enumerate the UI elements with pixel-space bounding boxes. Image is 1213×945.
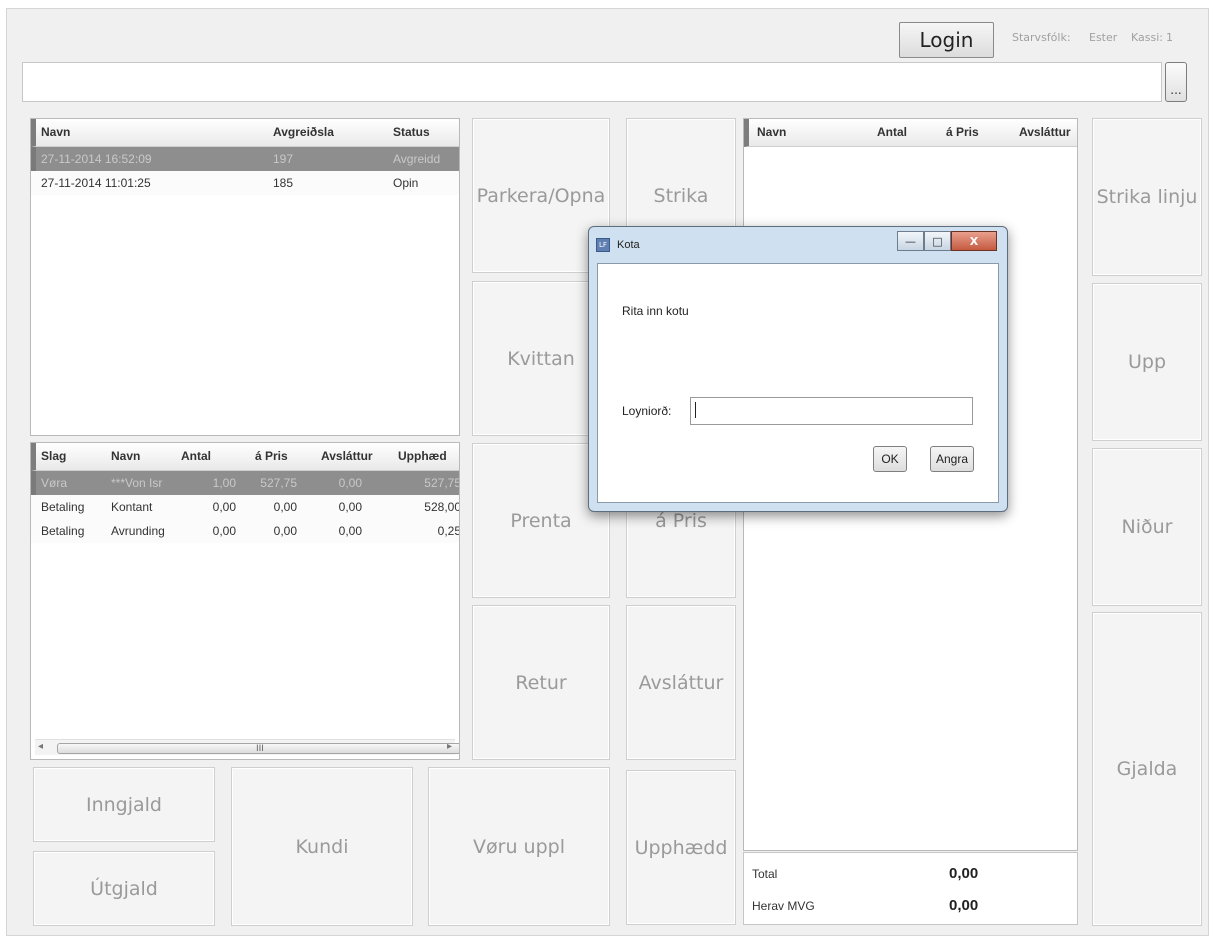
till-label: Kassi: xyxy=(1131,31,1163,44)
income-button[interactable]: Inngjald xyxy=(33,767,215,842)
up-button[interactable]: Upp xyxy=(1092,283,1202,441)
column-header[interactable]: Avgreiðsla xyxy=(273,125,334,139)
row-qty: 1,00 xyxy=(212,476,236,490)
column-header[interactable]: Navn xyxy=(111,449,140,463)
row-discount: 0,00 xyxy=(338,500,362,514)
table-row[interactable]: 27-11-2014 11:01:25 185 Opin xyxy=(31,171,459,195)
password-label: Loyniorð: xyxy=(622,404,672,418)
window-controls: — □ X xyxy=(897,231,997,251)
table-header: Navn Avgreiðsla Status xyxy=(31,119,459,147)
expense-button[interactable]: Útgjald xyxy=(33,851,215,926)
row-qty: 0,00 xyxy=(212,500,236,514)
column-header[interactable]: Antal xyxy=(181,449,211,463)
horizontal-scrollbar[interactable]: ◂ III ▸ xyxy=(35,739,459,755)
return-button[interactable]: Retur xyxy=(472,605,610,760)
staff-label: Starvsfólk: xyxy=(1012,31,1071,44)
close-icon[interactable]: X xyxy=(951,231,997,251)
row-status: Opin xyxy=(393,176,419,190)
dialog-body: Rita inn kotu Loyniorð: OK Angra xyxy=(597,263,999,503)
row-name: Avrunding xyxy=(111,524,165,538)
item-info-button[interactable]: Vøru uppl xyxy=(428,767,610,926)
more-button[interactable]: ... xyxy=(1165,62,1187,102)
search-input[interactable] xyxy=(22,62,1162,102)
customer-button[interactable]: Kundi xyxy=(231,767,413,926)
column-header[interactable]: á Pris xyxy=(946,125,979,139)
password-dialog: LF Kota — □ X Rita inn kotu Loyniorð: OK… xyxy=(588,226,1008,512)
table-row[interactable]: Vøra ***Von Isr 1,00 527,75 0,00 527,75 xyxy=(31,471,459,495)
row-name: 27-11-2014 11:01:25 xyxy=(41,176,151,190)
dialog-title: Kota xyxy=(617,239,640,251)
row-discount: 0,00 xyxy=(338,476,362,490)
vat-value: 0,00 xyxy=(949,897,979,914)
minimize-icon[interactable]: — xyxy=(897,231,924,251)
row-type: Vøra xyxy=(41,476,68,490)
table-header: Slag Navn Antal á Pris Avsláttur Upphæd xyxy=(31,443,459,471)
total-label: Total xyxy=(752,867,778,881)
delete-line-button[interactable]: Strika linju xyxy=(1092,118,1202,276)
grip-icon: III xyxy=(256,744,264,754)
row-status: Avgreidd xyxy=(393,152,441,166)
table-row[interactable]: Betaling Avrunding 0,00 0,00 0,00 0,25 xyxy=(31,519,459,543)
ok-button[interactable]: OK xyxy=(873,446,907,472)
row-number: 185 xyxy=(273,176,294,190)
row-type: Betaling xyxy=(41,524,85,538)
row-number: 197 xyxy=(273,152,294,166)
total-value: 0,00 xyxy=(949,865,979,882)
scroll-left-icon[interactable]: ◂ xyxy=(38,741,43,752)
column-header[interactable]: Upphæd xyxy=(398,449,447,463)
column-header[interactable]: á Pris xyxy=(255,449,288,463)
row-price: 0,00 xyxy=(273,500,297,514)
amount-button[interactable]: Upphædd xyxy=(626,770,736,925)
sessions-table: Navn Avgreiðsla Status 27-11-2014 16:52:… xyxy=(30,118,460,436)
column-header[interactable]: Antal xyxy=(877,125,907,139)
column-header[interactable]: Navn xyxy=(757,125,786,139)
row-name: Kontant xyxy=(111,500,153,514)
column-header[interactable]: Slag xyxy=(41,449,66,463)
table-header: Navn Antal á Pris Avsláttur xyxy=(744,119,1077,147)
column-header[interactable]: Avsláttur xyxy=(1019,125,1071,139)
till-value: 1 xyxy=(1166,31,1173,44)
totals-panel: Total 0,00 Herav MVG 0,00 xyxy=(743,852,1078,925)
column-header[interactable]: Avsláttur xyxy=(321,449,373,463)
row-discount: 0,00 xyxy=(338,524,362,538)
row-price: 527,75 xyxy=(260,476,297,490)
scroll-right-icon[interactable]: ▸ xyxy=(447,741,452,752)
text-caret xyxy=(690,397,973,425)
lines-table: Slag Navn Antal á Pris Avsláttur Upphæd … xyxy=(30,442,460,760)
dialog-prompt: Rita inn kotu xyxy=(622,304,689,318)
row-qty: 0,00 xyxy=(212,524,236,538)
column-header[interactable]: Status xyxy=(393,125,430,139)
row-type: Betaling xyxy=(41,500,85,514)
vat-label: Herav MVG xyxy=(752,899,815,913)
staff-value: Ester xyxy=(1089,31,1118,44)
pay-button[interactable]: Gjalda xyxy=(1092,612,1202,926)
cancel-button[interactable]: Angra xyxy=(930,446,974,472)
dialog-titlebar[interactable]: LF Kota — □ X xyxy=(589,227,1007,263)
row-amount: 527,75 xyxy=(424,476,460,490)
column-header[interactable]: Navn xyxy=(41,125,70,139)
row-amount: 528,00 xyxy=(424,500,460,514)
row-price: 0,00 xyxy=(273,524,297,538)
table-row[interactable]: 27-11-2014 16:52:09 197 Avgreidd xyxy=(31,147,459,171)
scrollbar-thumb[interactable]: III xyxy=(57,743,459,754)
app-icon: LF xyxy=(596,238,610,252)
row-name: 27-11-2014 16:52:09 xyxy=(41,152,152,166)
row-amount: 0,25 xyxy=(437,524,460,538)
row-name: ***Von Isr xyxy=(111,476,163,490)
maximize-icon[interactable]: □ xyxy=(924,231,951,251)
login-button[interactable]: Login xyxy=(899,22,994,58)
down-button[interactable]: Niður xyxy=(1092,448,1202,606)
table-row[interactable]: Betaling Kontant 0,00 0,00 0,00 528,00 xyxy=(31,495,459,519)
discount-button[interactable]: Avsláttur xyxy=(626,605,736,760)
